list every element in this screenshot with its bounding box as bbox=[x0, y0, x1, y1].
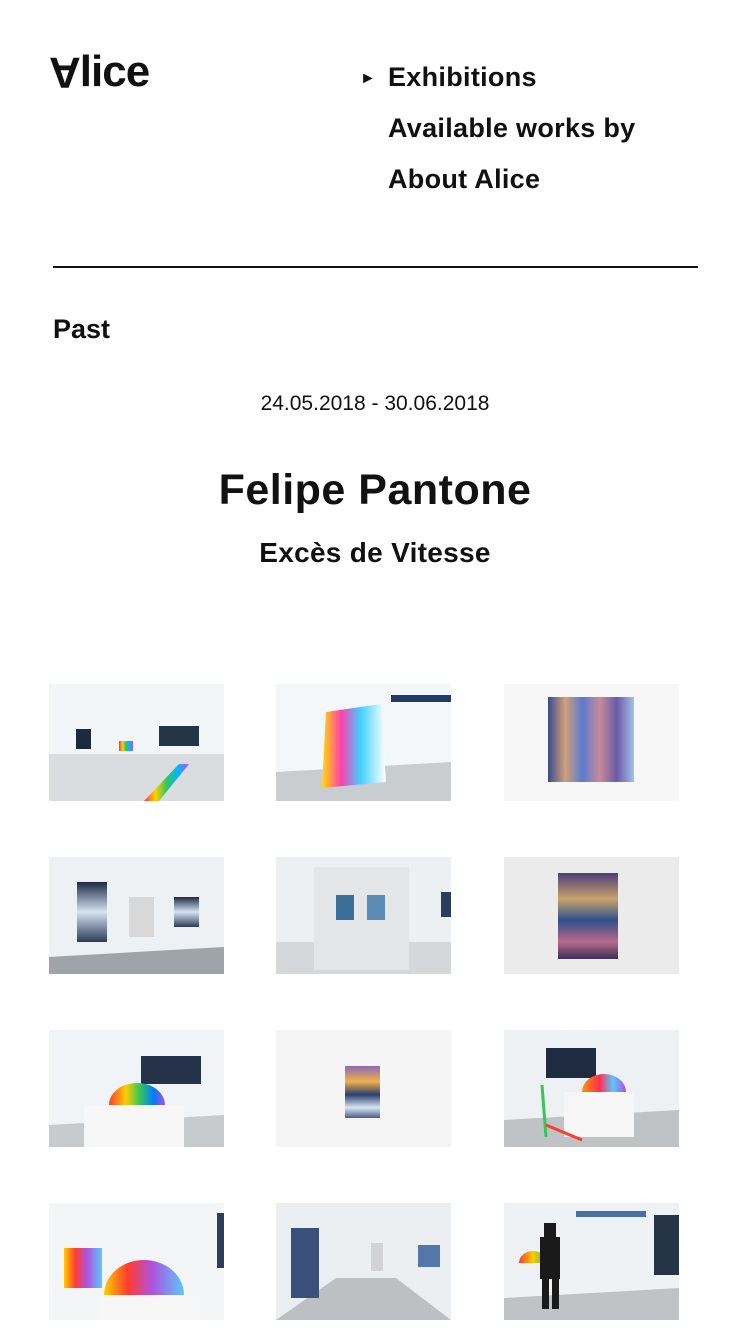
gallery-thumbnail[interactable] bbox=[276, 1203, 451, 1320]
exhibition-dates: 24.05.2018 - 30.06.2018 bbox=[260, 392, 490, 415]
active-marker-icon: ► bbox=[360, 70, 376, 87]
gallery-thumbnail[interactable] bbox=[276, 857, 451, 974]
nav-label-exhibitions: Exhibitions bbox=[388, 62, 537, 92]
nav-label-about: About Alice bbox=[388, 164, 541, 194]
logo-flipped-letter: A bbox=[49, 48, 80, 97]
gallery-room-image bbox=[49, 857, 224, 974]
logo-text: lice bbox=[79, 47, 150, 96]
dome-sculpture-image bbox=[49, 1203, 224, 1320]
gallery-thumbnail[interactable] bbox=[49, 684, 224, 801]
wall-painting-image bbox=[504, 684, 679, 801]
gallery-thumbnail[interactable] bbox=[276, 684, 451, 801]
corridor-view-image bbox=[276, 1203, 451, 1320]
gallery-thumbnail[interactable] bbox=[504, 684, 679, 801]
gallery-thumbnail[interactable] bbox=[49, 857, 224, 974]
gallery-thumbnail[interactable] bbox=[504, 857, 679, 974]
rainbow-panel-image bbox=[276, 684, 451, 801]
dome-sculpture-image bbox=[504, 1030, 679, 1147]
artist-name: Felipe Pantone bbox=[218, 466, 532, 514]
header-divider bbox=[53, 266, 698, 268]
dome-sculpture-image bbox=[49, 1030, 224, 1147]
gallery-thumbnail[interactable] bbox=[276, 1030, 451, 1147]
alice-logo[interactable]: Alice bbox=[49, 47, 150, 97]
section-heading: Past bbox=[53, 314, 111, 344]
gallery-thumbnail[interactable] bbox=[49, 1203, 224, 1320]
gallery-thumbnail[interactable] bbox=[49, 1030, 224, 1147]
wall-painting-image bbox=[504, 857, 679, 974]
framed-work-image bbox=[276, 1030, 451, 1147]
gallery-thumbnail[interactable] bbox=[504, 1203, 679, 1320]
partition-wall-image bbox=[276, 857, 451, 974]
gallery-thumbnail[interactable] bbox=[504, 1030, 679, 1147]
artist-in-gallery-image bbox=[504, 1203, 679, 1320]
exhibition-title: Excès de Vitesse bbox=[259, 537, 491, 568]
gallery-room-image bbox=[49, 684, 224, 801]
nav-label-available-works: Available works by bbox=[388, 113, 636, 143]
